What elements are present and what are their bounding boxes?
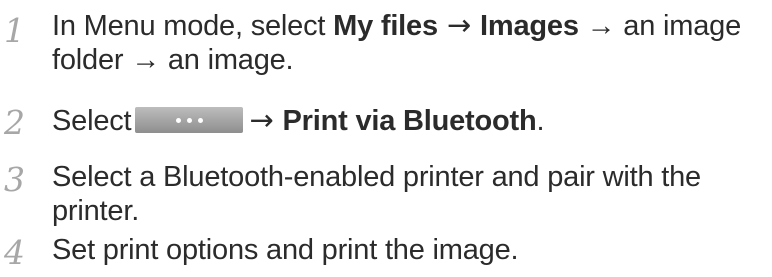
step-text: In Menu mode, select My files → Images →… xyxy=(52,8,742,76)
menu-path-images: Images xyxy=(480,10,579,42)
step-text: Set print options and print the image. xyxy=(52,234,519,266)
step-number: 1 xyxy=(4,11,25,50)
step-number: 3 xyxy=(4,160,25,199)
step-number: 4 xyxy=(4,233,25,272)
step-number: 2 xyxy=(4,103,25,142)
menu-path-my-files: My files xyxy=(333,10,438,42)
step-text: Select a Bluetooth-enabled printer and p… xyxy=(52,161,701,227)
ellipsis-icon xyxy=(135,107,243,133)
more-options-button xyxy=(135,107,244,134)
step-text: Select → Print via Bluetooth. xyxy=(52,103,545,137)
print-via-bluetooth-label: Print via Bluetooth xyxy=(282,105,537,137)
instruction-steps: 1 In Menu mode, select My files → Images… xyxy=(0,0,772,277)
